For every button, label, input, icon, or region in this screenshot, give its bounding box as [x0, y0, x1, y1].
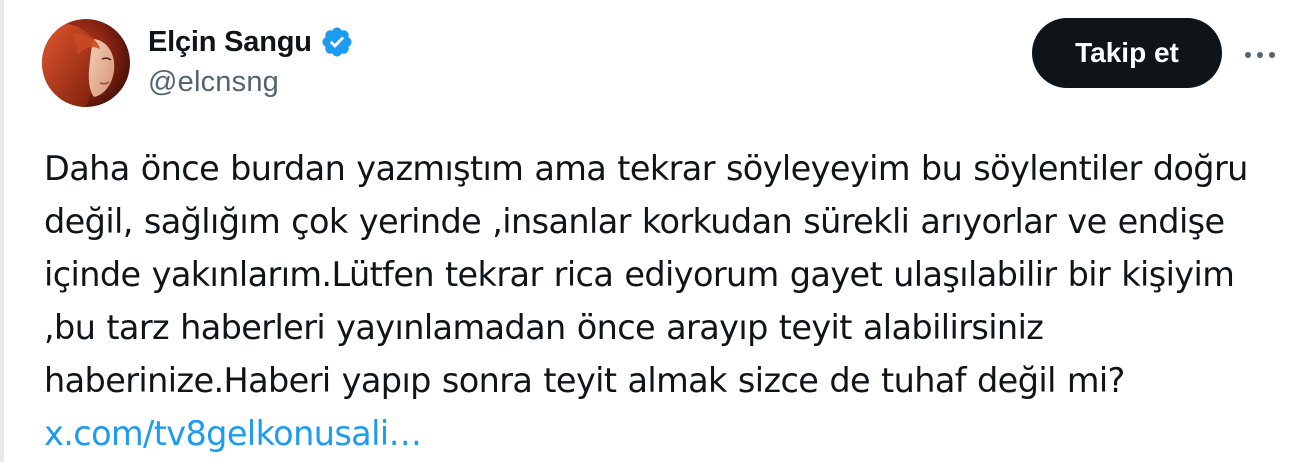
tweet-text-line: Daha önce burdan yazmıştım ama tekrar sö… [44, 149, 1248, 188]
tweet-text: Daha önce burdan yazmıştım ama tekrar sö… [44, 142, 1294, 460]
ellipsis-icon [1245, 52, 1275, 58]
tweet-text-line: ,bu tarz haberleri yayınlamadan önce ara… [44, 308, 1044, 347]
verified-badge-icon[interactable] [320, 25, 354, 59]
author-info: Elçin Sangu @elcnsng [148, 22, 354, 99]
author-handle[interactable]: @elcnsng [148, 66, 354, 99]
avatar[interactable] [42, 19, 130, 107]
tweet-text-line: haberinize.Haberi yapıp sonra teyit alma… [44, 361, 1125, 400]
tweet-link[interactable]: x.com/tv8gelkonusali… [44, 414, 422, 453]
tweet-text-line: değil, sağlığım çok yerinde ,insanlar ko… [44, 202, 1225, 241]
follow-button[interactable]: Takip et [1032, 18, 1222, 88]
more-options-button[interactable] [1240, 35, 1280, 75]
tweet-card: Elçin Sangu @elcnsng Takip et Daha önce … [0, 0, 1314, 462]
author-display-name[interactable]: Elçin Sangu [148, 26, 312, 59]
tweet-text-line: içinde yakınlarım.Lütfen tekrar rica edi… [44, 255, 1235, 294]
author-name-row: Elçin Sangu [148, 22, 354, 62]
tweet-link-line: x.com/tv8gelkonusali… [44, 407, 1294, 460]
avatar-image [42, 19, 130, 107]
